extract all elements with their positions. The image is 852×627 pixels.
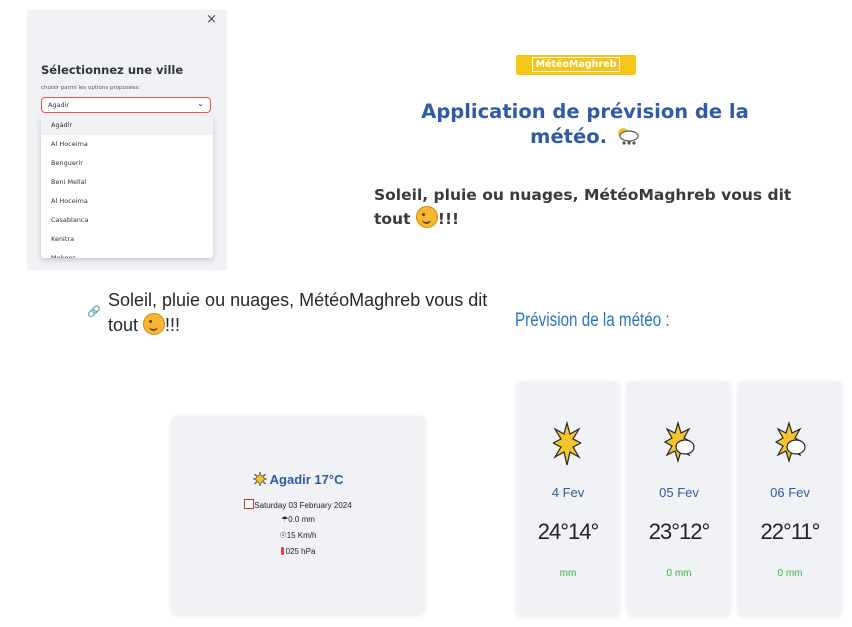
forecast-date: 06 Fev — [770, 485, 810, 500]
close-icon[interactable]: × — [206, 12, 217, 28]
dropdown-option[interactable]: Kenitra — [41, 230, 213, 249]
sidebar-title: Sélectionnez une ville — [41, 63, 184, 77]
dropdown-option[interactable]: Meknes — [41, 249, 213, 258]
forecast-heading: Prévision de la météo : — [515, 310, 670, 331]
current-weather-card: Agadir 17°C Saturday 03 February 2024 ☂0… — [171, 416, 425, 614]
current-wind: ☉15 Km/h — [171, 531, 425, 540]
forecast-temp: 23°12° — [648, 519, 711, 544]
forecast-date: 4 Fev — [551, 485, 585, 500]
chevron-down-icon[interactable]: ⌄ — [197, 99, 204, 108]
forecast-rain: 0 mm — [666, 568, 692, 579]
city-select[interactable]: Agadir ⌄ — [41, 97, 211, 113]
forecast-rain: mm — [559, 568, 577, 579]
sidebar: × Sélectionnez une ville choisir parmi l… — [27, 10, 227, 270]
winking-face-icon — [143, 313, 166, 335]
forecast-card: 06 Fev 22°11° 0 mm — [738, 381, 842, 616]
dropdown-option[interactable]: Al Hoceima — [41, 135, 213, 154]
forecast-card: 4 Fev 24°14° mm — [516, 381, 620, 616]
forecast-temp: 22°11° — [760, 519, 821, 544]
current-wind-text: 15 Km/h — [286, 531, 317, 540]
logo-text: MétéoMaghreb — [531, 57, 621, 72]
dropdown-option[interactable]: Benguerir — [41, 154, 213, 173]
city-dropdown: Agadir Al Hoceima Benguerir Beni Mellal … — [41, 116, 213, 258]
current-rain-text: 0.0 mm — [288, 515, 315, 524]
sun-cloud-icon — [775, 421, 806, 464]
tagline-top: Soleil, pluie ou nuages, MétéoMaghreb vo… — [374, 185, 794, 230]
thermometer-icon — [280, 547, 284, 555]
forecast-temp: 24°14° — [537, 519, 600, 544]
tagline-bottom-suffix: !!! — [165, 315, 181, 335]
tagline-top-suffix: !!! — [437, 210, 460, 228]
forecast-rain: 0 mm — [777, 568, 803, 579]
sun-icon — [553, 421, 581, 466]
current-rain: ☂0.0 mm — [171, 515, 425, 524]
city-select-value[interactable]: Agadir — [48, 101, 69, 109]
current-pressure-text: 025 hPa — [285, 547, 316, 556]
dropdown-option[interactable]: Beni Mellal — [41, 173, 213, 192]
sun-icon — [251, 471, 268, 487]
dropdown-option[interactable]: Agadir — [41, 116, 213, 135]
page-title: Application de prévision de la météo. — [410, 100, 760, 149]
sidebar-subtitle: choisir parmi les options proposées: — [41, 85, 141, 91]
wind-icon: ☉ — [279, 531, 287, 540]
link-icon[interactable]: 🔗 — [87, 305, 101, 318]
forecast-card: 05 Fev 23°12° 0 mm — [627, 381, 731, 616]
forecast-date: 05 Fev — [659, 485, 699, 500]
logo: MétéoMaghreb — [516, 55, 636, 75]
current-city: Agadir 17°C — [171, 471, 425, 487]
current-date: Saturday 03 February 2024 — [171, 499, 425, 510]
page-title-text: Application de prévision de la météo. — [421, 100, 749, 148]
calendar-icon — [244, 499, 255, 509]
current-date-text: Saturday 03 February 2024 — [254, 501, 352, 510]
dropdown-option[interactable]: Casablanca — [41, 211, 213, 230]
sun-cloud-icon — [664, 421, 695, 464]
cloud-rain-icon — [617, 128, 639, 145]
current-city-text: Agadir 17°C — [269, 472, 344, 487]
tagline-bottom: Soleil, pluie ou nuages, MétéoMaghreb vo… — [108, 288, 488, 338]
winking-face-icon — [415, 206, 438, 228]
current-pressure: 025 hPa — [171, 547, 425, 556]
dropdown-option[interactable]: Al Hoceima — [41, 192, 213, 211]
